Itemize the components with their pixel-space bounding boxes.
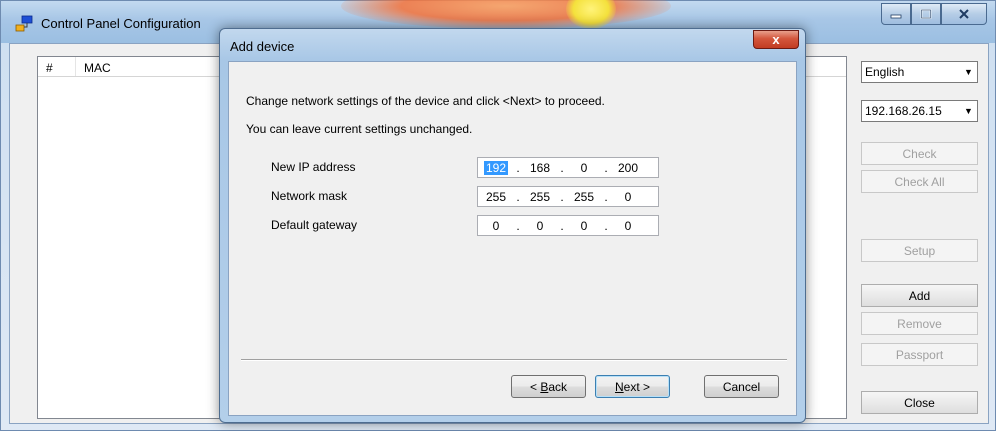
dialog-title: Add device [230,39,295,54]
octet-separator: . [560,189,564,204]
network-mask-input[interactable]: 255 . 255 . 255 . 0 [477,186,659,207]
setup-button[interactable]: Setup [861,239,978,262]
default-gateway-label: Default gateway [271,218,358,232]
dialog-client-area: Change network settings of the device an… [228,61,797,416]
gateway-octet-2[interactable]: 0 [522,219,558,233]
back-button-accel: B [540,379,549,394]
minimize-button[interactable] [881,3,911,25]
ip-octet-3[interactable]: 0 [566,161,602,175]
close-icon [959,9,969,19]
octet-separator: . [516,218,520,233]
chevron-down-icon[interactable]: ▼ [960,101,977,121]
next-button-rest: ext > [623,379,651,394]
column-header-number[interactable]: # [38,57,76,76]
back-button[interactable]: < Back [511,375,586,398]
octet-separator: . [516,160,520,175]
dialog-separator [241,359,787,361]
back-button-rest: ack [548,379,568,394]
next-button-accel: N [614,379,624,394]
ip-octet-2[interactable]: 168 [522,161,558,175]
chevron-down-icon[interactable]: ▼ [960,62,977,82]
mask-octet-4[interactable]: 0 [610,190,646,204]
mask-octet-2[interactable]: 255 [522,190,558,204]
default-gateway-input[interactable]: 0 . 0 . 0 . 0 [477,215,659,236]
main-window-title: Control Panel Configuration [41,16,201,31]
network-mask-label: Network mask [271,189,348,203]
next-button[interactable]: Next > [595,375,670,398]
maximize-button[interactable] [911,3,941,25]
gateway-octet-1[interactable]: 0 [478,219,514,233]
dialog-close-button[interactable]: x [753,30,799,49]
octet-separator: . [604,160,608,175]
passport-button[interactable]: Passport [861,343,978,366]
gateway-octet-3[interactable]: 0 [566,219,602,233]
back-button-prefix: < [529,379,541,394]
mask-octet-1[interactable]: 255 [478,190,514,204]
minimize-icon [890,14,902,19]
octet-separator: . [604,218,608,233]
caption-buttons [881,3,987,25]
close-button[interactable]: Close [861,391,978,414]
window-close-button[interactable] [941,3,987,25]
octet-separator: . [516,189,520,204]
local-ip-select[interactable]: 192.168.26.15 ▼ [861,100,978,122]
language-select-value: English [865,65,905,79]
network-app-icon [15,15,33,32]
check-button[interactable]: Check [861,142,978,165]
add-button[interactable]: Add [861,284,978,307]
gateway-octet-4[interactable]: 0 [610,219,646,233]
ip-octet-1-selected: 192 [483,160,509,175]
local-ip-select-value: 192.168.26.15 [865,104,942,118]
instruction-text: Change network settings of the device an… [246,94,605,108]
ip-octet-1[interactable]: 192 [478,160,514,175]
close-icon: x [772,32,780,47]
language-select[interactable]: English ▼ [861,61,978,83]
mask-octet-3[interactable]: 255 [566,190,602,204]
octet-separator: . [560,218,564,233]
octet-separator: . [604,189,608,204]
octet-separator: . [560,160,564,175]
remove-button[interactable]: Remove [861,312,978,335]
titlebar-glow [341,0,671,29]
add-device-dialog: Add device x Change network settings of … [219,28,806,423]
check-all-button[interactable]: Check All [861,170,978,193]
new-ip-address-input[interactable]: 192 . 168 . 0 . 200 [477,157,659,178]
cancel-button[interactable]: Cancel [704,375,779,398]
instruction-subtext: You can leave current settings unchanged… [246,122,473,136]
maximize-icon [920,9,932,19]
ip-octet-4[interactable]: 200 [610,161,646,175]
new-ip-label: New IP address [271,160,356,174]
